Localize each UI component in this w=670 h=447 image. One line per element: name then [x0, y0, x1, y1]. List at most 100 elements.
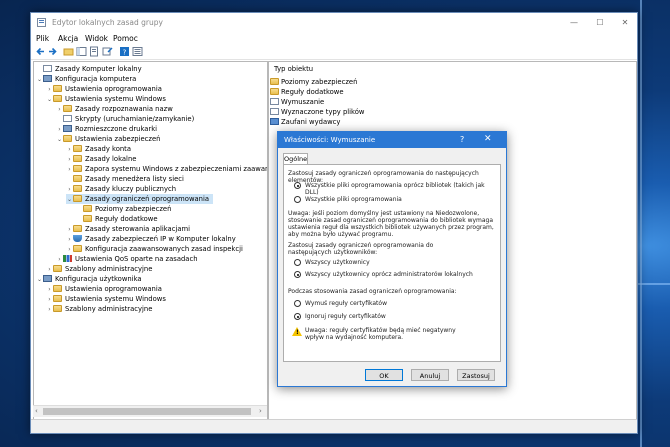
tree-item-label: Zasady Komputer lokalny [55, 65, 142, 73]
section-certificate-rules: Podczas stosowania zasad ograniczeń opro… [288, 288, 457, 295]
tree-item-label: Ustawienia oprogramowania [65, 285, 162, 293]
chevron-down-icon[interactable]: ⌄ [46, 95, 53, 105]
folder-icon [73, 185, 82, 192]
tree-item[interactable]: › Zasady zabezpieczeń IP w Komputer lokal… [66, 234, 236, 244]
menu-help[interactable]: Pomoc [113, 34, 138, 43]
list-item-label: Poziomy zabezpieczeń [281, 78, 358, 86]
tree-item[interactable]: › Ustawienia oprogramowania [46, 84, 162, 94]
radio-ignore-certificates-label[interactable]: Ignoruj reguły certyfikatów [305, 313, 386, 320]
tree-item[interactable]: › Zasady rozpoznawania nazw [56, 104, 173, 114]
scrollbar-thumb[interactable] [43, 408, 251, 415]
radio-ignore-certificates[interactable] [294, 313, 301, 320]
title-bar[interactable]: Edytor lokalnych zasad grupy — ☐ ✕ [31, 13, 637, 33]
folder-icon [53, 305, 62, 312]
help-icon[interactable]: ? [119, 46, 130, 57]
tree-item[interactable]: › Ustawienia systemu Windows [46, 294, 166, 304]
tree-item[interactable]: › Zasady kluczy publicznych [66, 184, 176, 194]
folder-icon [73, 225, 82, 232]
tree-item-label: Zasady kluczy publicznych [85, 185, 177, 193]
menu-view[interactable]: Widok [85, 34, 108, 43]
tree-item[interactable]: Zasady menedżera listy sieci [66, 174, 184, 184]
dialog-close-button[interactable]: ✕ [484, 134, 492, 144]
tree-item[interactable]: › Zasady lokalne [66, 154, 136, 164]
radio-enforce-certificates-label[interactable]: Wymuś reguły certyfikatów [305, 300, 387, 307]
tree-item[interactable]: › Ustawienia oprogramowania [46, 284, 162, 294]
menu-action[interactable]: Akcja [58, 34, 78, 43]
tree-item-label: Zasady konta [85, 145, 132, 153]
folder-icon [73, 195, 82, 202]
properties-dialog: Właściwości: Wymuszanie ? ✕ Ogólne Zasto… [277, 131, 507, 387]
tree-item[interactable]: Zasady Komputer lokalny [36, 64, 142, 74]
list-item[interactable]: Zaufani wydawcy [270, 117, 340, 127]
tree-item-label: Szablony administracyjne [65, 265, 153, 273]
forward-icon[interactable] [47, 46, 58, 57]
chevron-down-icon[interactable]: ⌄ [36, 75, 43, 85]
radio-enforce-certificates[interactable] [294, 300, 301, 307]
radio-all-files-label[interactable]: Wszystkie pliki oprogramowania [305, 196, 402, 203]
tree-item-label: Zapora systemu Windows z zabezpieczeniam… [85, 165, 269, 173]
chevron-down-icon[interactable]: ⌄ [36, 275, 43, 285]
gpedit-app-icon [37, 18, 46, 27]
tree-horizontal-scrollbar[interactable]: ‹ › [33, 405, 267, 417]
dialog-title-bar[interactable]: Właściwości: Wymuszanie ? ✕ [278, 132, 506, 148]
warning-icon: ! [292, 327, 302, 336]
list-item[interactable]: Wyznaczone typy plików [270, 107, 364, 117]
view-icon[interactable] [132, 46, 143, 57]
list-item[interactable]: Reguły dodatkowe [270, 87, 344, 97]
menu-file[interactable]: Plik [36, 34, 49, 43]
ok-button[interactable]: OK [365, 369, 403, 381]
radio-all-except-admins-label[interactable]: Wszyscy użytkownicy oprócz administrator… [305, 271, 473, 278]
scroll-left-icon[interactable]: ‹ [35, 407, 38, 415]
tree-item-label: Konfiguracja zaawansowanych zasad inspek… [85, 245, 243, 253]
radio-all-users-label[interactable]: Wszyscy użytkownicy [305, 259, 370, 266]
folder-icon [270, 78, 279, 85]
tree-item[interactable]: › Ustawienia QoS oparte na zasadach [56, 254, 198, 264]
chevron-down-icon[interactable]: ⌄ [66, 195, 73, 205]
dialog-help-button[interactable]: ? [460, 135, 464, 144]
tree-item[interactable]: › Zasady sterowania aplikacjami [66, 224, 190, 234]
tree-item[interactable]: › Szablony administracyjne [46, 304, 152, 314]
tree-item[interactable]: ⌄ Konfiguracja komputera [36, 74, 136, 84]
folder-icon [63, 135, 72, 142]
back-icon[interactable] [35, 46, 46, 57]
chevron-right-icon[interactable]: › [46, 305, 53, 315]
scroll-right-icon[interactable]: › [259, 407, 262, 415]
tree-item[interactable]: › Szablony administracyjne [46, 264, 152, 274]
cancel-button[interactable]: Anuluj [411, 369, 449, 381]
tree-item[interactable]: Reguły dodatkowe [76, 214, 158, 224]
properties-icon[interactable] [102, 46, 113, 57]
tree-item[interactable]: › Zasady konta [66, 144, 131, 154]
list-item[interactable]: Poziomy zabezpieczeń [270, 77, 357, 87]
tree-item[interactable]: Skrypty (uruchamianie/zamykanie) [56, 114, 194, 124]
tree-item-label: Zasady zabezpieczeń IP w Komputer lokaln… [85, 235, 236, 243]
close-button[interactable]: ✕ [614, 16, 636, 30]
list-item[interactable]: Wymuszanie [270, 97, 324, 107]
folder-icon [63, 105, 72, 112]
folder-icon [73, 165, 82, 172]
tree-item[interactable]: › Zapora systemu Windows z zabezpieczenia… [66, 164, 269, 174]
maximize-button[interactable]: ☐ [589, 16, 611, 30]
radio-all-except-libraries[interactable] [294, 182, 301, 189]
tree-item[interactable]: › Rozmieszczone drukarki [56, 124, 157, 134]
tree-item[interactable]: ⌄ Zasady ograniczeń oprogramowania [66, 194, 214, 205]
up-folder-icon[interactable] [63, 46, 74, 57]
tree-pane[interactable]: Zasady Komputer lokalny ⌄ Konfiguracja kom… [33, 61, 269, 420]
tree-item-label: Reguły dodatkowe [95, 215, 158, 223]
radio-all-files[interactable] [294, 196, 301, 203]
tree-item[interactable]: ⌄ Ustawienia zabezpieczeń [56, 134, 160, 144]
tree-item[interactable]: Poziomy zabezpieczeń [76, 204, 171, 214]
tree-item-label: Ustawienia oprogramowania [65, 85, 162, 93]
chevron-down-icon[interactable]: ⌄ [56, 135, 63, 145]
show-tree-icon[interactable] [76, 46, 87, 57]
apply-button[interactable]: Zastosuj [457, 369, 495, 381]
column-header-object-type[interactable]: Typ obiektu [274, 65, 313, 73]
tree-item[interactable]: ⌄ Konfiguracja użytkownika [36, 274, 142, 284]
minimize-button[interactable]: — [563, 16, 585, 30]
tree-item-label: Rozmieszczone drukarki [75, 125, 158, 133]
radio-all-except-libraries-label[interactable]: Wszystkie pliki oprogramowania oprócz bi… [305, 182, 497, 196]
tree-item[interactable]: ⌄ Ustawienia systemu Windows [46, 94, 166, 104]
radio-all-users[interactable] [294, 259, 301, 266]
radio-all-except-admins[interactable] [294, 271, 301, 278]
export-icon[interactable] [89, 46, 100, 57]
tree-item[interactable]: › Konfiguracja zaawansowanych zasad inspe… [66, 244, 243, 254]
